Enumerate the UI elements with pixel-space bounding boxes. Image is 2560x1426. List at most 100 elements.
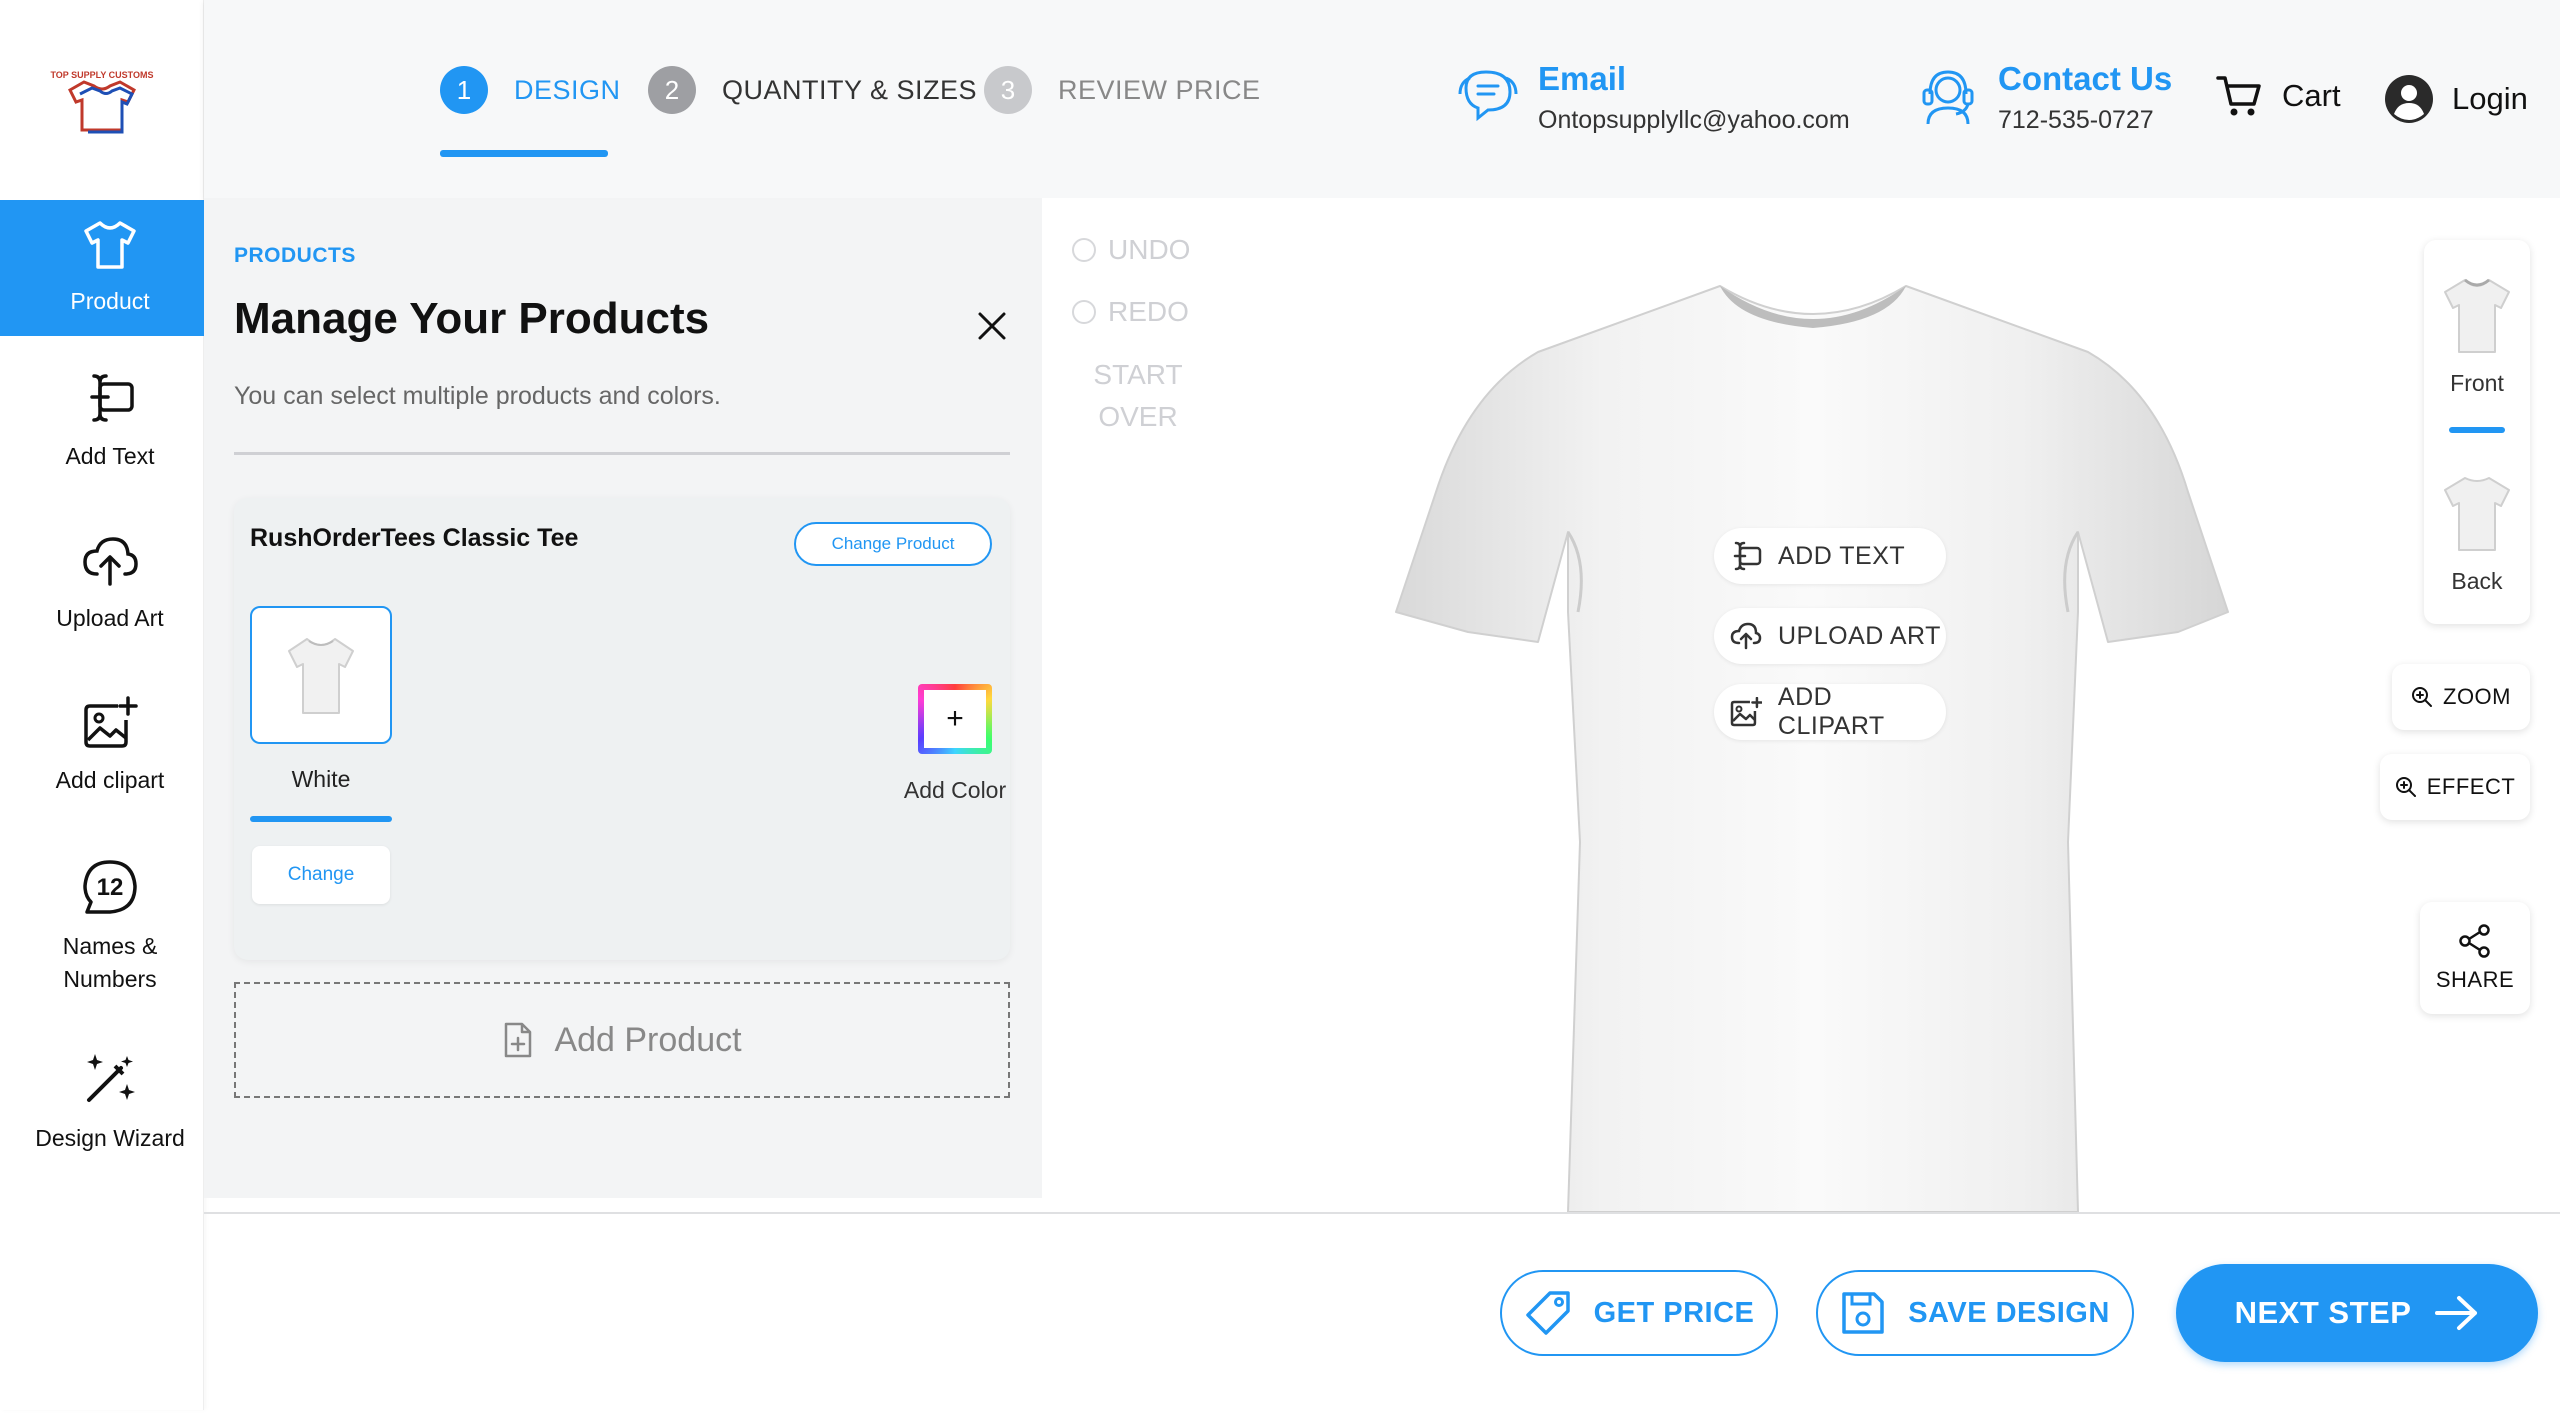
save-design-button[interactable]: SAVE DESIGN xyxy=(1816,1270,2134,1356)
view-back-label: Back xyxy=(2451,568,2503,594)
redo-label: REDO xyxy=(1108,296,1189,327)
brand-logo[interactable]: TOP SUPPLY CUSTOMS xyxy=(50,60,154,140)
color-name: White xyxy=(291,766,351,792)
undo-button[interactable]: UNDO xyxy=(1072,234,1190,266)
number-badge-icon: 12 xyxy=(83,860,137,914)
sidebar-item-names-numbers[interactable]: 12 Names & Numbers xyxy=(0,858,220,996)
view-front-label: Front xyxy=(2450,370,2504,396)
view-switcher: Front Back xyxy=(2424,240,2530,624)
upload-art-overlay-button[interactable]: UPLOAD ART xyxy=(1714,608,1946,664)
svg-text:TOP SUPPLY CUSTOMS: TOP SUPPLY CUSTOMS xyxy=(50,70,153,80)
phone-number[interactable]: 712-535-0727 xyxy=(1998,106,2172,135)
cart-button[interactable]: Cart xyxy=(2216,74,2341,118)
login-button[interactable]: Login xyxy=(2384,74,2528,124)
step-label: DESIGN xyxy=(514,74,621,105)
cloud-upload-icon xyxy=(83,537,138,586)
sidebar-item-label: Design Wizard xyxy=(35,1125,185,1151)
add-clipart-label: ADD CLIPART xyxy=(1777,683,1885,740)
zoom-icon xyxy=(2412,687,2432,707)
view-front[interactable]: Front xyxy=(2424,276,2530,433)
active-view-indicator xyxy=(2449,427,2505,433)
cart-icon xyxy=(2216,76,2261,116)
email-contact[interactable]: Email Ontopsupplyllc@yahoo.com xyxy=(1456,60,1850,135)
phone-contact[interactable]: Contact Us 712-535-0727 xyxy=(1916,60,2172,135)
upload-art-label: UPLOAD ART xyxy=(1778,621,1941,650)
sidebar-item-label: Product xyxy=(70,287,150,314)
effect-icon xyxy=(2395,777,2416,797)
sidebar-item-label: Upload Art xyxy=(56,605,164,631)
change-color-button[interactable]: Change xyxy=(252,846,390,904)
add-clipart-overlay-button[interactable]: ADD CLIPART xyxy=(1714,683,1946,740)
arrow-right-icon xyxy=(2435,1296,2478,1330)
product-name: RushOrderTees Classic Tee xyxy=(250,524,579,552)
start-over-button[interactable]: START OVER xyxy=(1086,354,1190,438)
email-title: Email xyxy=(1538,60,1627,97)
sidebar-item-label: Names & Numbers xyxy=(62,933,158,992)
text-cursor-icon xyxy=(90,374,134,422)
tshirt-back-thumbnail xyxy=(2444,477,2510,551)
image-add-icon xyxy=(1730,697,1762,727)
get-price-label: GET PRICE xyxy=(1593,1296,1755,1329)
image-add-icon xyxy=(84,696,138,748)
footer-divider xyxy=(204,1212,2560,1214)
undo-icon xyxy=(1072,238,1096,262)
chat-support-icon xyxy=(1458,70,1518,122)
contact-title: Contact Us xyxy=(1998,60,2173,97)
share-label: SHARE xyxy=(2435,967,2515,992)
sidebar-item-label: Add clipart xyxy=(55,767,165,793)
color-swatch-white[interactable] xyxy=(250,606,392,744)
email-address[interactable]: Ontopsupplyllc@yahoo.com xyxy=(1538,106,1850,135)
step-design[interactable]: 1 DESIGN xyxy=(440,66,621,114)
panel-divider xyxy=(234,452,1010,455)
panel-kicker: PRODUCTS xyxy=(234,244,356,267)
step-review-price[interactable]: 3 REVIEW PRICE xyxy=(984,66,1261,114)
step-quantity-sizes[interactable]: 2 QUANTITY & SIZES xyxy=(648,66,977,114)
cloud-upload-icon xyxy=(1730,622,1762,650)
product-card: RushOrderTees Classic Tee Change Product… xyxy=(234,498,1010,960)
sidebar-item-design-wizard[interactable]: Design Wizard xyxy=(0,1050,220,1155)
tshirt-front-thumbnail xyxy=(2444,278,2510,353)
user-avatar-icon xyxy=(2385,75,2433,123)
tshirt-thumbnail xyxy=(288,638,354,714)
effect-button[interactable]: EFFECT xyxy=(2380,754,2530,820)
headset-icon xyxy=(1922,70,1974,125)
add-text-label: ADD TEXT xyxy=(1778,541,1906,570)
add-text-overlay-button[interactable]: ADD TEXT xyxy=(1714,528,1946,584)
add-product-label: Add Product xyxy=(554,1020,742,1059)
left-toolbar: TOP SUPPLY CUSTOMS Product Add Text Uplo… xyxy=(0,0,220,1410)
get-price-button[interactable]: GET PRICE xyxy=(1500,1270,1778,1356)
step-number: 1 xyxy=(440,66,488,114)
panel-title: Manage Your Products xyxy=(234,294,710,343)
add-product-button[interactable]: Add Product xyxy=(234,982,1010,1098)
view-back[interactable]: Back xyxy=(2424,474,2530,595)
step-number: 2 xyxy=(648,66,696,114)
undo-label: UNDO xyxy=(1108,234,1191,265)
products-panel: PRODUCTS Manage Your Products You can se… xyxy=(204,198,1042,1198)
sidebar-item-product[interactable]: Product xyxy=(0,200,220,336)
tshirt-mockup xyxy=(1395,285,2229,1212)
tshirt-icon xyxy=(84,220,136,269)
sidebar-item-add-clipart[interactable]: Add clipart xyxy=(0,696,220,797)
redo-icon xyxy=(1072,300,1096,324)
plus-icon: + xyxy=(924,690,986,748)
share-button[interactable]: SHARE xyxy=(2420,902,2530,1014)
share-icon xyxy=(2459,924,2490,958)
close-icon[interactable] xyxy=(974,308,1010,344)
add-color-button[interactable]: + xyxy=(918,684,992,754)
step-number: 3 xyxy=(984,66,1032,114)
zoom-button[interactable]: ZOOM xyxy=(2392,664,2530,730)
sidebar-item-add-text[interactable]: Add Text xyxy=(0,372,220,473)
sidebar-item-upload-art[interactable]: Upload Art xyxy=(0,534,220,635)
next-step-button[interactable]: NEXT STEP xyxy=(2176,1264,2538,1362)
price-tag-icon xyxy=(1525,1291,1570,1335)
cart-label: Cart xyxy=(2282,78,2341,113)
redo-button[interactable]: REDO xyxy=(1072,296,1189,328)
step-label: REVIEW PRICE xyxy=(1058,74,1261,105)
magic-wand-icon xyxy=(87,1054,135,1102)
panel-hint: You can select multiple products and col… xyxy=(234,382,721,410)
step-label: QUANTITY & SIZES xyxy=(722,74,978,105)
save-design-label: SAVE DESIGN xyxy=(1908,1296,2110,1329)
change-product-button[interactable]: Change Product xyxy=(794,522,992,566)
add-color-label: Add Color xyxy=(903,777,1007,803)
effect-label: EFFECT xyxy=(2426,774,2516,799)
